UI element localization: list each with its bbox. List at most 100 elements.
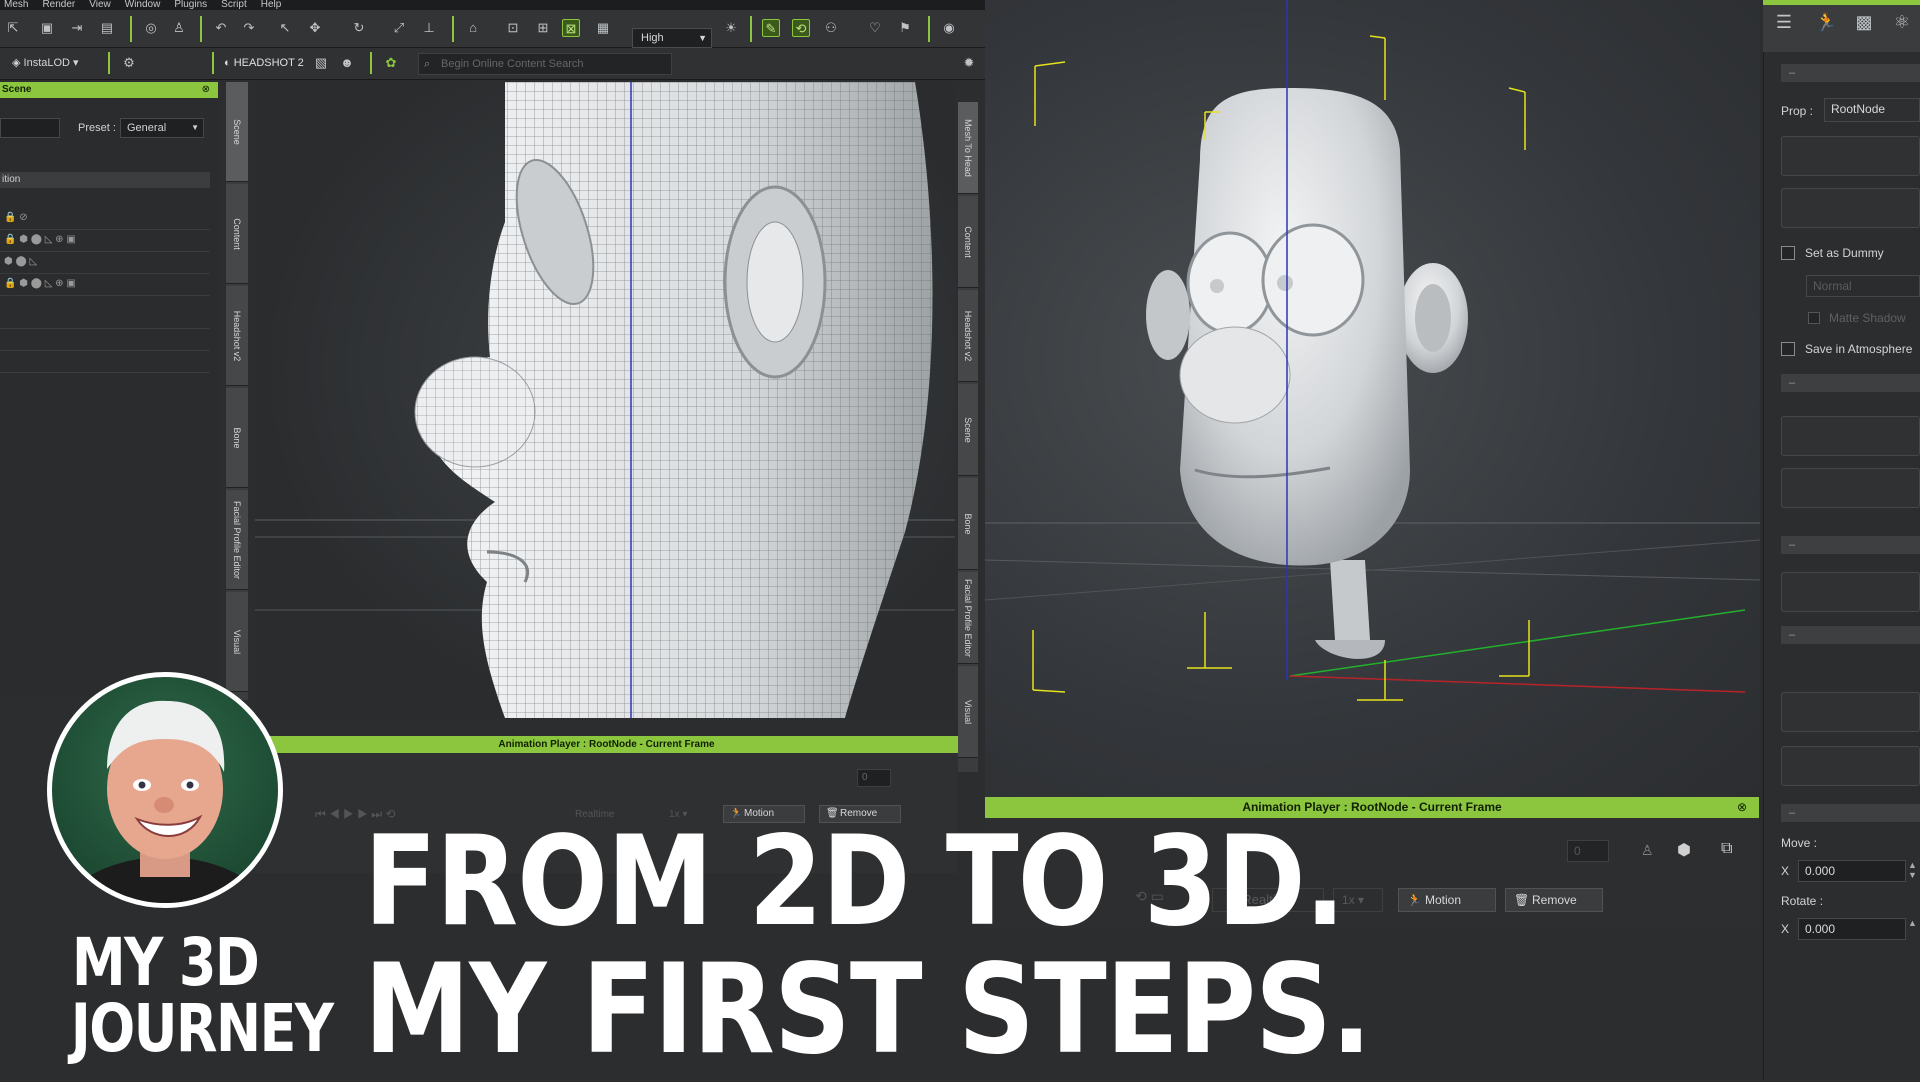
light-icon[interactable]: ◎: [142, 19, 160, 37]
empty-slot[interactable]: [1781, 136, 1920, 176]
empty-slot[interactable]: [1781, 468, 1920, 508]
tab-bone[interactable]: Bone: [958, 478, 978, 570]
empty-slot[interactable]: [1781, 416, 1920, 456]
physics-gear-icon[interactable]: ⚛: [1893, 13, 1911, 31]
set-as-dummy-checkbox[interactable]: [1781, 246, 1795, 260]
close-icon[interactable]: ⊗: [1737, 797, 1747, 818]
matte-shadow-label: Matte Shadow: [1829, 311, 1906, 325]
face-icon[interactable]: ☻: [338, 54, 356, 72]
main-toolbar: ⇱ ▣ ⇥ ▤ ◎ ♙ ↶ ↷ ↖ ✥ ↻ ⤢ ⊥ ⌂ ⊡ ⊞ ⊠ ▦ High…: [0, 10, 985, 48]
tab-mesh-to-head[interactable]: Mesh To Head: [958, 102, 978, 194]
person-icon[interactable]: ♙: [170, 19, 188, 37]
empty-slot[interactable]: [1781, 746, 1920, 786]
tab-facial-profile-editor[interactable]: Facial Profile Editor: [226, 490, 248, 590]
quality-select[interactable]: High ▼: [632, 28, 712, 48]
left-3d-viewport[interactable]: [255, 82, 955, 718]
window-icon[interactable]: ⧉: [1721, 840, 1732, 858]
section-collapse-bar[interactable]: –: [1781, 626, 1920, 644]
redo-icon[interactable]: ↷: [240, 19, 258, 37]
frame-input[interactable]: 0: [857, 769, 891, 787]
settings-sun-icon[interactable]: ✹: [960, 54, 978, 72]
export-icon[interactable]: ⇱: [4, 19, 22, 37]
section-collapse-bar[interactable]: –: [1781, 64, 1920, 82]
sun-icon[interactable]: ☀: [722, 19, 740, 37]
right-3d-viewport[interactable]: [985, 0, 1760, 797]
pivot-icon[interactable]: ⊥: [420, 19, 438, 37]
skeleton-icon[interactable]: ⚇: [822, 19, 840, 37]
save-icon[interactable]: ▣: [38, 19, 56, 37]
wireframe-toggle-icon[interactable]: ⊠: [562, 19, 580, 37]
scene-filter-input[interactable]: [0, 118, 60, 138]
menu-plugins[interactable]: Plugins: [174, 0, 207, 10]
empty-slot[interactable]: [1781, 692, 1920, 732]
motion-icon[interactable]: 🏃: [1815, 13, 1837, 31]
render-icon[interactable]: ▤: [98, 19, 116, 37]
preset-select[interactable]: General ▼: [120, 118, 204, 138]
material-checker-icon[interactable]: ▩: [1855, 13, 1873, 31]
empty-slot[interactable]: [1781, 188, 1920, 228]
ik-icon[interactable]: ⟲: [792, 19, 810, 37]
tab-content[interactable]: Content: [958, 196, 978, 288]
fit-icon[interactable]: ⊞: [534, 19, 552, 37]
save-in-atmosphere-checkbox[interactable]: [1781, 342, 1795, 356]
tab-headshot[interactable]: Headshot v2: [226, 286, 248, 386]
rotate-x-input[interactable]: 0.000: [1798, 918, 1906, 940]
section-collapse-bar[interactable]: –: [1781, 804, 1920, 822]
zoom-icon[interactable]: ⊡: [504, 19, 522, 37]
mask-icon[interactable]: ▧: [312, 54, 330, 72]
section-collapse-bar[interactable]: –: [1781, 374, 1920, 392]
menu-window[interactable]: Window: [125, 0, 161, 10]
section-collapse-bar[interactable]: –: [1781, 536, 1920, 554]
tab-bone[interactable]: Bone: [226, 388, 248, 488]
tab-visual[interactable]: Visual: [226, 592, 248, 692]
table-row[interactable]: 🔒 ⬢ ⬤ ◺ ⊕ ▣: [0, 278, 210, 296]
tab-visual[interactable]: Visual: [958, 666, 978, 758]
empty-slot[interactable]: [1781, 572, 1920, 612]
figure-icon[interactable]: ♙: [1641, 842, 1654, 859]
scale-icon[interactable]: ⤢: [390, 19, 408, 37]
menu-mesh[interactable]: Mesh: [4, 0, 28, 10]
tab-visual-label: Visual: [963, 699, 973, 724]
table-row[interactable]: ⬢ ⬤ ◺: [0, 256, 210, 274]
menu-view[interactable]: View: [89, 0, 111, 10]
menu-help[interactable]: Help: [261, 0, 282, 10]
flag-icon[interactable]: ⚑: [896, 19, 914, 37]
rotate-icon[interactable]: ↻: [350, 19, 368, 37]
table-row[interactable]: 🔒 ⬢ ⬤ ◺ ⊕ ▣: [0, 234, 210, 252]
tab-scene[interactable]: Scene: [226, 82, 248, 182]
home-icon[interactable]: ⌂: [464, 19, 482, 37]
cube-icon[interactable]: ⬢: [1677, 840, 1691, 860]
undo-icon[interactable]: ↶: [212, 19, 230, 37]
toolbar-divider: [212, 52, 214, 74]
tab-scene[interactable]: Scene: [958, 384, 978, 476]
import-icon[interactable]: ⇥: [68, 19, 86, 37]
remove-label: Remove: [1532, 893, 1577, 907]
menu-render[interactable]: Render: [42, 0, 75, 10]
prop-select[interactable]: RootNode: [1824, 98, 1920, 122]
display-mode-icon[interactable]: ▦: [594, 19, 612, 37]
headshot-button[interactable]: ◐ HEADSHOT 2: [224, 57, 304, 69]
tab-facial-profile-editor[interactable]: Facial Profile Editor: [958, 572, 978, 664]
move-icon[interactable]: ✥: [306, 19, 324, 37]
substance-icon[interactable]: ⚙: [120, 54, 138, 72]
tab-headshot[interactable]: Headshot v2: [958, 290, 978, 382]
tab-content[interactable]: Content: [226, 184, 248, 284]
frame-input[interactable]: 0: [1567, 840, 1609, 862]
close-icon[interactable]: ⊗: [202, 82, 210, 98]
rotate-x-spinner[interactable]: ▲: [1908, 918, 1917, 928]
remove-button[interactable]: 🗑 Remove: [1505, 888, 1603, 912]
sliders-icon[interactable]: ☰: [1775, 13, 1793, 31]
select-icon[interactable]: ↖: [276, 19, 294, 37]
content-search-input[interactable]: ⌕ Begin Online Content Search: [418, 53, 672, 75]
normal-value: Normal: [1813, 279, 1852, 293]
heart-icon[interactable]: ♡: [866, 19, 884, 37]
instalod-button[interactable]: ◈ InstaLOD ▾: [12, 56, 79, 69]
motion-button[interactable]: 🏃 Motion: [1398, 888, 1496, 912]
move-x-spinner[interactable]: ▲ ▼: [1908, 860, 1917, 880]
plant-icon[interactable]: ✿: [382, 54, 400, 72]
menu-script[interactable]: Script: [221, 0, 247, 10]
move-x-input[interactable]: 0.000: [1798, 860, 1906, 882]
table-row[interactable]: 🔒 ⊘: [0, 212, 210, 230]
bone-edit-icon[interactable]: ✎: [762, 19, 780, 37]
play-circle-icon[interactable]: ◉: [940, 19, 958, 37]
